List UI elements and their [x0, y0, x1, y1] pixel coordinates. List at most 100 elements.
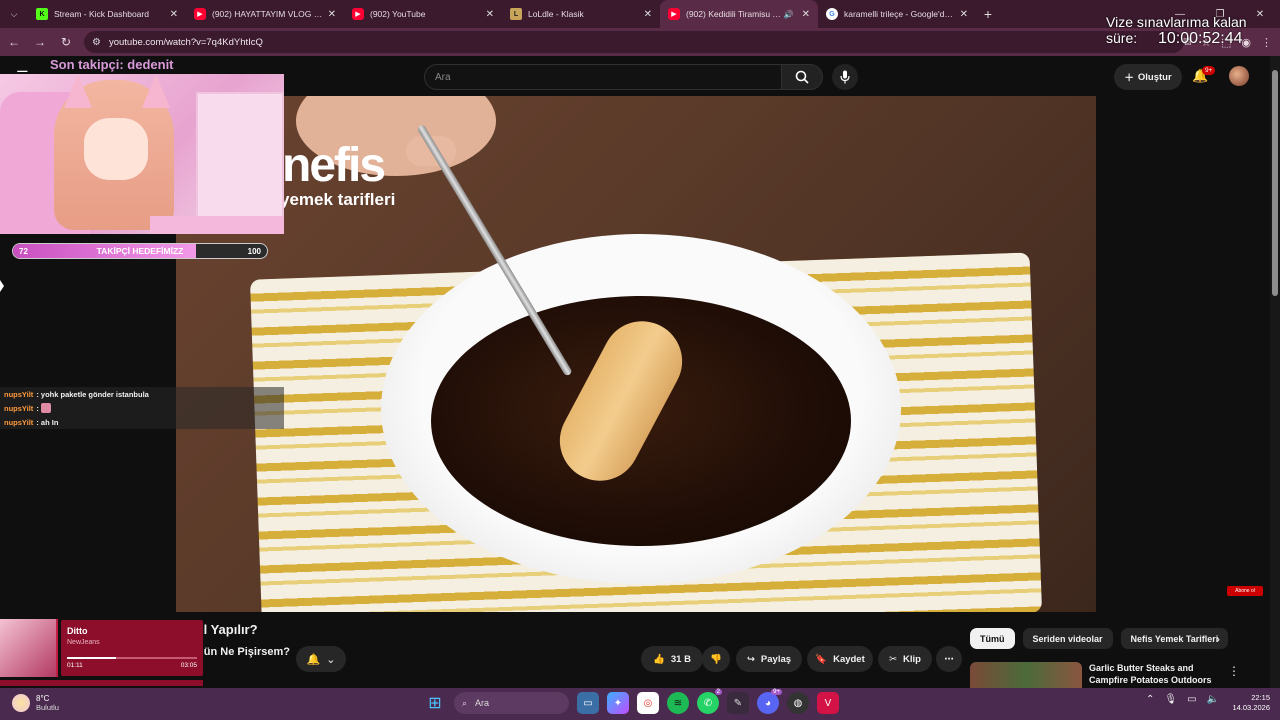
- site-info-icon[interactable]: ⚙: [92, 37, 101, 48]
- spotify-icon[interactable]: ≋: [667, 692, 689, 714]
- tab-title: (902) YouTube: [370, 9, 426, 19]
- clock-time: 22:15: [1251, 693, 1270, 702]
- chat-separator: :: [36, 403, 39, 413]
- taskbar-search[interactable]: ⌕ Ara: [454, 692, 569, 714]
- discord-icon[interactable]: ◕ 9+: [757, 689, 782, 714]
- bell-icon: 🔔: [306, 653, 321, 666]
- create-button[interactable]: ＋ Oluştur: [1114, 64, 1182, 90]
- app-v-icon[interactable]: V: [817, 692, 839, 714]
- back-icon[interactable]: ←: [2, 30, 26, 54]
- close-icon[interactable]: ✕: [170, 9, 178, 20]
- chat-user: nupsYilt: [4, 417, 34, 427]
- search-input[interactable]: Ara: [424, 64, 782, 90]
- song-length: 03:05: [180, 662, 197, 669]
- browser-tab-strip: ⌵ K Stream - Kick Dashboard ✕ ▶ (902) HA…: [0, 0, 1280, 28]
- chip-all[interactable]: Tümü: [970, 628, 1015, 649]
- chip-series[interactable]: Seriden videolar: [1022, 628, 1113, 649]
- chat-separator: :: [36, 417, 39, 427]
- search-button[interactable]: [781, 64, 823, 90]
- reload-icon[interactable]: ↻: [54, 30, 78, 54]
- tab-loldle[interactable]: L LoLdle - Klasik ✕: [502, 0, 660, 28]
- chip-channel[interactable]: Nefis Yemek Tarifleri: [1120, 628, 1229, 649]
- chevron-right-icon[interactable]: ›: [1216, 632, 1220, 646]
- chat-text: yohk paketle gönder istanbula: [40, 389, 149, 399]
- thumbs-up-icon: 👍: [653, 653, 665, 665]
- chrome-icon[interactable]: ◎: [637, 692, 659, 714]
- chat-message: nupsYilt : ah In: [0, 415, 284, 429]
- chevron-up-icon[interactable]: ⌃: [1146, 694, 1154, 705]
- search-icon: ⌕: [462, 697, 468, 708]
- close-icon[interactable]: ✕: [644, 9, 652, 20]
- account-avatar[interactable]: [1229, 66, 1249, 86]
- youtube-icon: ▶: [668, 8, 680, 20]
- goal-current: 72: [19, 246, 28, 256]
- clip-button[interactable]: ✂ Klip: [878, 646, 932, 672]
- close-icon[interactable]: ✕: [486, 9, 494, 20]
- tab-youtube-home[interactable]: ▶ (902) YouTube ✕: [344, 0, 502, 28]
- copilot-icon[interactable]: ✦: [607, 692, 629, 714]
- youtube-icon: ▶: [194, 8, 206, 20]
- tab-search-button[interactable]: ⌵: [0, 0, 28, 28]
- windows-start-icon[interactable]: ⊞: [424, 692, 446, 714]
- tab-youtube-vlog[interactable]: ▶ (902) HAYATTAYIM VLOG - YouTube ✕: [186, 0, 344, 28]
- windows-taskbar: 8°C Bulutlu ⊞ ⌕ Ara ▭ ✦ ◎ ≋ ✆ 2 ✎ ◕ 9+ ◍ V…: [0, 688, 1280, 720]
- song-title: Ditto: [67, 626, 88, 636]
- save-button[interactable]: 🔖 Kaydet: [807, 646, 873, 672]
- tab-title: karamelli trileçe - Google'da Ara: [844, 9, 956, 19]
- youtube-icon: ▶: [352, 8, 364, 20]
- tab-title: (902) HAYATTAYIM VLOG - YouTube: [212, 9, 324, 19]
- mouse-cursor: [0, 280, 4, 292]
- save-label: Kaydet: [833, 653, 865, 665]
- network-icon[interactable]: ▭: [1187, 694, 1196, 705]
- obs-icon[interactable]: ◍: [787, 692, 809, 714]
- page-scrollbar[interactable]: [1270, 56, 1280, 688]
- scrollbar-thumb[interactable]: [1272, 70, 1278, 296]
- now-playing-widget: Ditto NewJeans 01:11 03:05: [61, 620, 203, 676]
- system-clock[interactable]: 22:15 14.03.2026: [1226, 693, 1270, 713]
- weather-temperature: 8°C: [36, 694, 50, 703]
- new-tab-button[interactable]: +: [976, 0, 1000, 28]
- speaker-icon[interactable]: 🔊: [784, 10, 794, 19]
- tab-youtube-tiramisu[interactable]: ▶ (902) Kedidili Tiramisu Tarifi 🔊 ✕: [660, 0, 818, 28]
- tab-kick[interactable]: K Stream - Kick Dashboard ✕: [28, 0, 186, 28]
- url-text: youtube.com/watch?v=7q4KdYhtIcQ: [108, 36, 263, 48]
- video-player[interactable]: nefis yemek tarifleri: [176, 96, 1096, 612]
- stream-chat-overlay: nupsYilt : yohk paketle gönder istanbula…: [0, 387, 284, 429]
- microphone-icon[interactable]: 🎙: [1164, 694, 1177, 705]
- whatsapp-icon[interactable]: ✆ 2: [697, 689, 722, 714]
- volume-icon[interactable]: 🔈: [1207, 694, 1219, 705]
- recommendation-chips: Tümü Seriden videolar Nefis Yemek Tarifl…: [970, 628, 1229, 649]
- snipping-tool-icon[interactable]: ✎: [727, 692, 749, 714]
- chat-message: nupsYilt :: [0, 401, 284, 415]
- weather-widget[interactable]: 8°C Bulutlu: [12, 694, 59, 712]
- more-vertical-icon[interactable]: ⋮: [1228, 664, 1240, 678]
- subscription-bell-button[interactable]: 🔔 ⌄: [296, 646, 346, 672]
- taskbar-search-label: Ara: [475, 698, 490, 708]
- task-view-icon[interactable]: ▭: [577, 692, 599, 714]
- video-subscribe-watermark[interactable]: Abone ol: [1227, 586, 1263, 596]
- clip-label: Klip: [903, 653, 921, 665]
- close-icon[interactable]: ✕: [328, 9, 336, 20]
- create-label: Oluştur: [1137, 71, 1172, 83]
- more-actions-button[interactable]: ⋯: [936, 646, 962, 672]
- close-icon[interactable]: ✕: [960, 9, 968, 20]
- album-art: [0, 619, 58, 677]
- recommendation-title[interactable]: Garlic Butter Steaks and Campfire Potato…: [1089, 662, 1219, 686]
- plus-icon: ＋: [1124, 73, 1134, 84]
- like-button[interactable]: 👍 31 B: [641, 646, 703, 672]
- song-progress-fill: [67, 657, 117, 659]
- share-icon: ↪: [746, 653, 755, 665]
- tab-title: LoLdle - Klasik: [528, 9, 584, 19]
- close-icon[interactable]: ✕: [802, 9, 810, 20]
- kick-icon: K: [36, 8, 48, 20]
- address-bar[interactable]: ⚙ youtube.com/watch?v=7q4KdYhtIcQ: [84, 31, 1184, 53]
- bookmark-icon: 🔖: [815, 653, 828, 665]
- tab-google[interactable]: G karamelli trileçe - Google'da Ara ✕: [818, 0, 976, 28]
- chat-separator: :: [36, 389, 39, 399]
- discord-badge: 9+: [771, 689, 782, 695]
- share-button[interactable]: ↪ Paylaş: [736, 646, 802, 672]
- forward-icon[interactable]: →: [28, 30, 52, 54]
- voice-search-button[interactable]: [832, 64, 858, 90]
- dislike-button[interactable]: 👎: [702, 646, 730, 672]
- chat-text: ah In: [40, 417, 59, 427]
